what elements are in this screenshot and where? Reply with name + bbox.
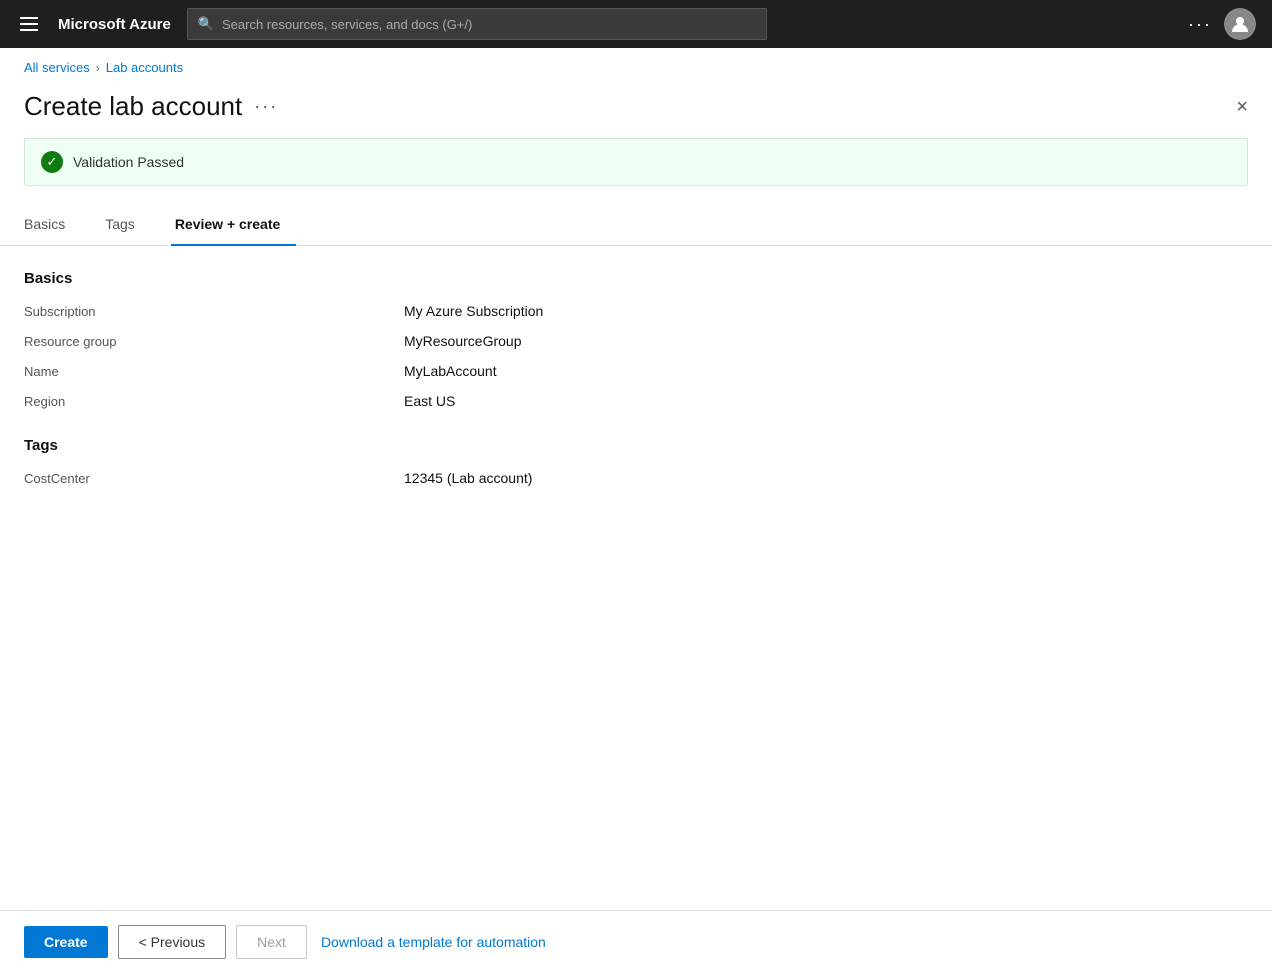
download-template-link[interactable]: Download a template for automation [321,934,546,950]
brand-name: Microsoft Azure [58,16,171,33]
costcenter-value: 12345 (Lab account) [404,470,532,486]
breadcrumb-lab-accounts[interactable]: Lab accounts [106,60,183,75]
previous-button[interactable]: < Previous [118,925,227,959]
costcenter-label: CostCenter [24,470,404,486]
page-title-row: Create lab account ··· × [0,83,1272,138]
tab-review-create[interactable]: Review + create [171,206,296,246]
tab-basics[interactable]: Basics [24,206,81,246]
name-label: Name [24,363,404,379]
main-content: All services › Lab accounts Create lab a… [0,48,1272,973]
close-button[interactable]: × [1236,97,1248,117]
page-title: Create lab account [24,91,242,122]
search-box[interactable]: 🔍 [187,8,767,40]
resource-group-label: Resource group [24,333,404,349]
basics-section-title: Basics [24,270,1248,287]
tab-tags[interactable]: Tags [101,206,151,246]
breadcrumb-sep-1: › [96,61,100,75]
search-input[interactable] [222,17,756,32]
tags-section-title: Tags [24,437,1248,454]
validation-banner: ✓ Validation Passed [24,138,1248,186]
name-row: Name MyLabAccount [24,363,1248,379]
validation-text: Validation Passed [73,154,184,170]
resource-group-row: Resource group MyResourceGroup [24,333,1248,349]
name-value: MyLabAccount [404,363,497,379]
topbar-right: ··· [1188,8,1256,40]
subscription-label: Subscription [24,303,404,319]
search-icon: 🔍 [198,16,214,32]
subscription-value: My Azure Subscription [404,303,543,319]
subscription-row: Subscription My Azure Subscription [24,303,1248,319]
tabs: Basics Tags Review + create [0,206,1272,246]
topbar-more-options[interactable]: ··· [1188,14,1212,35]
hamburger-menu[interactable] [16,13,42,35]
create-button[interactable]: Create [24,926,108,958]
costcenter-row: CostCenter 12345 (Lab account) [24,470,1248,486]
resource-group-value: MyResourceGroup [404,333,522,349]
validation-icon: ✓ [41,151,63,173]
region-row: Region East US [24,393,1248,409]
next-button: Next [236,925,307,959]
breadcrumb: All services › Lab accounts [0,48,1272,83]
form-content: Basics Subscription My Azure Subscriptio… [0,246,1272,486]
page-title-more-options[interactable]: ··· [254,96,278,117]
topbar: Microsoft Azure 🔍 ··· [0,0,1272,48]
footer: Create < Previous Next Download a templa… [0,910,1272,973]
user-avatar[interactable] [1224,8,1256,40]
region-value: East US [404,393,455,409]
breadcrumb-all-services[interactable]: All services [24,60,90,75]
region-label: Region [24,393,404,409]
